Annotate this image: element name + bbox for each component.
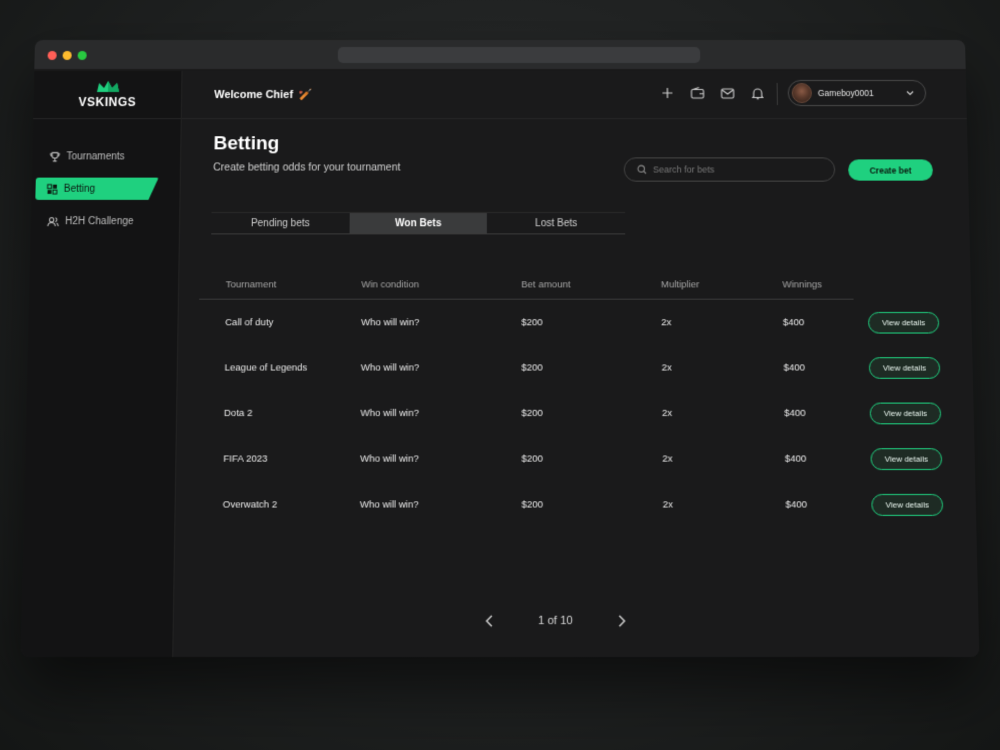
column-header-win-condition: Win condition [361, 279, 420, 291]
cell-winnings: $400 [782, 316, 805, 328]
users-icon [47, 215, 59, 227]
tab-lost-bets[interactable]: Lost Bets [487, 213, 625, 233]
view-details-button[interactable]: View details [867, 311, 940, 334]
cell-tournament: League of Legends [224, 361, 308, 374]
app: VSKINGS Tournaments Betting H2H Challeng… [20, 70, 980, 657]
cell-win-condition: Who will win? [360, 361, 420, 374]
sidebar-nav: Tournaments Betting H2H Challenge [31, 119, 181, 232]
username: Gameboy0001 [817, 87, 874, 99]
chevron-down-icon [905, 88, 915, 98]
column-header-multiplier: Multiplier [660, 279, 700, 291]
view-details-button[interactable]: View details [871, 493, 944, 516]
view-details-button[interactable]: View details [870, 447, 943, 470]
cell-win-condition: Who will win? [360, 407, 420, 419]
cell-tournament: Overwatch 2 [222, 498, 278, 511]
mail-icon[interactable] [719, 85, 735, 101]
browser-window: VSKINGS Tournaments Betting H2H Challeng… [20, 40, 980, 657]
header-divider [776, 82, 778, 106]
column-header-winnings: Winnings [782, 279, 823, 291]
betting-icon [46, 183, 58, 195]
cell-tournament: FIFA 2023 [223, 452, 268, 465]
page-title: Betting [213, 133, 280, 155]
page-indicator: 1 of 10 [538, 614, 573, 628]
header-actions [659, 85, 765, 101]
sidebar-item-betting[interactable]: Betting [35, 178, 158, 200]
close-window-button[interactable] [47, 50, 57, 60]
column-header-bet-amount: Bet amount [521, 279, 571, 291]
table-row: Dota 2 Who will win? $200 2x $400 View d… [197, 390, 972, 436]
sidebar: VSKINGS Tournaments Betting H2H Challeng… [20, 70, 183, 657]
wallet-icon[interactable] [689, 85, 705, 101]
top-bar: Welcome Chief 🏏 Gameboy0001 [181, 70, 967, 120]
search-input[interactable] [652, 164, 815, 175]
logo[interactable]: VSKINGS [33, 70, 182, 120]
cell-multiplier: 2x [662, 452, 673, 465]
table-row: Overwatch 2 Who will win? $200 2x $400 V… [196, 481, 975, 527]
sidebar-item-label: Betting [63, 183, 96, 195]
betting-content: Betting Create betting odds for your tou… [173, 119, 979, 657]
browser-chrome [34, 40, 966, 70]
sidebar-item-h2h-challenge[interactable]: H2H Challenge [45, 210, 180, 232]
cell-bet-amount: $200 [521, 452, 544, 465]
cell-win-condition: Who will win? [359, 498, 419, 511]
table-header: Tournament Win condition Bet amount Mult… [199, 271, 854, 300]
tab-pending-bets[interactable]: Pending bets [211, 213, 349, 233]
sidebar-item-label: H2H Challenge [64, 215, 134, 227]
cell-multiplier: 2x [662, 498, 674, 511]
pagination: 1 of 10 [483, 614, 629, 629]
cell-multiplier: 2x [661, 316, 672, 328]
view-details-button[interactable]: View details [869, 402, 942, 424]
search-icon [637, 164, 647, 174]
cell-winnings: $400 [784, 452, 807, 465]
prev-page-button[interactable] [483, 614, 497, 629]
main-panel: Welcome Chief 🏏 Gameboy0001 Betting Crea… [173, 70, 980, 657]
trophy-icon [48, 150, 60, 162]
chevron-left-icon [485, 615, 495, 628]
cell-multiplier: 2x [661, 407, 673, 419]
sidebar-item-label: Tournaments [66, 150, 125, 162]
chevron-right-icon [616, 615, 626, 628]
cell-win-condition: Who will win? [361, 316, 420, 328]
next-page-button[interactable] [614, 614, 628, 629]
minimize-window-button[interactable] [62, 50, 72, 60]
bell-icon[interactable] [750, 85, 766, 101]
cell-tournament: Dota 2 [223, 407, 253, 419]
cell-winnings: $400 [784, 407, 806, 419]
cell-winnings: $400 [785, 498, 808, 511]
column-header-tournament: Tournament [225, 279, 277, 291]
brand-name: VSKINGS [78, 95, 137, 110]
tab-won-bets[interactable]: Won Bets [349, 213, 488, 234]
address-bar[interactable] [337, 46, 701, 63]
user-menu[interactable]: Gameboy0001 [787, 79, 927, 107]
sidebar-item-tournaments[interactable]: Tournaments [46, 145, 180, 167]
bet-status-tabs: Pending bets Won Bets Lost Bets [211, 212, 626, 235]
table-row: Call of duty Who will win? $200 2x $400 … [198, 300, 970, 345]
crown-icon [96, 80, 119, 92]
cell-tournament: Call of duty [225, 316, 274, 328]
cell-bet-amount: $200 [521, 316, 543, 328]
cell-winnings: $400 [783, 361, 806, 374]
maximize-window-button[interactable] [77, 50, 87, 60]
bets-table: Tournament Win condition Bet amount Mult… [196, 271, 975, 527]
avatar [791, 82, 812, 104]
cell-multiplier: 2x [661, 361, 672, 374]
welcome-message: Welcome Chief 🏏 [214, 88, 313, 101]
welcome-text: Welcome Chief [214, 88, 294, 101]
table-row: FIFA 2023 Who will win? $200 2x $400 Vie… [196, 436, 973, 482]
welcome-emoji: 🏏 [299, 89, 313, 102]
cell-win-condition: Who will win? [360, 452, 419, 465]
cell-bet-amount: $200 [521, 361, 543, 374]
cell-bet-amount: $200 [521, 498, 544, 511]
view-details-button[interactable]: View details [868, 356, 941, 379]
search-bar [623, 157, 836, 182]
plus-icon[interactable] [659, 85, 675, 101]
create-bet-button[interactable]: Create bet [848, 159, 934, 181]
table-row: League of Legends Who will win? $200 2x … [198, 345, 971, 390]
cell-bet-amount: $200 [521, 407, 543, 419]
